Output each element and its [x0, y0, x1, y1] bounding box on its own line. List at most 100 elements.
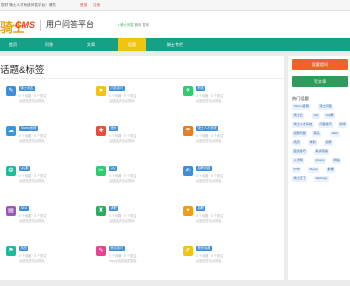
topic-card[interactable]: ✐ 薪资待遇 0 个问题 · 0 个关注 话题描述信息模板... — [183, 246, 267, 286]
hot-topic-tag[interactable]: 面试技巧 — [292, 149, 308, 155]
nav-item-qa[interactable]: 问答 — [36, 38, 62, 51]
topic-tag[interactable]: 骑士问答 — [19, 86, 35, 91]
hot-topics-title: 热门话题 — [292, 96, 309, 101]
topic-description: mysql话题描述模板... — [109, 258, 140, 263]
topic-description: 话题描述信息模板... — [19, 218, 48, 223]
main-nav: 首页 问答 文章 话题 骑士专栏 — [0, 38, 350, 51]
nav-item-home[interactable]: 首页 — [0, 38, 26, 51]
topic-tag[interactable]: QQ群 — [19, 166, 31, 171]
hot-topic-tag[interactable]: 人才网 — [292, 158, 305, 164]
topic-card[interactable]: ☂ 骑士人才系统 0 个问题 · 0 个关注 话题描述信息模板... — [183, 126, 267, 166]
hot-topic-tag[interactable]: 骑士问答 — [318, 104, 334, 110]
topic-description: 话题描述信息模板... — [196, 98, 225, 103]
topic-icon[interactable]: ☂ — [183, 126, 193, 136]
hot-topic-tag[interactable]: 骑士人才系统 — [292, 122, 314, 128]
hot-topic-tag[interactable]: WebApp — [314, 176, 329, 182]
hot-topic-tag[interactable]: 薪资待遇 — [314, 149, 330, 155]
subtitle-brand[interactable]: 骑士问答 — [120, 23, 134, 27]
topic-icon[interactable]: ✎ — [6, 86, 16, 96]
topic-icon[interactable]: ✚ — [96, 126, 106, 136]
hot-topic-tag[interactable]: jQuery — [314, 158, 327, 164]
topic-card[interactable]: ➤ 问答技巧 0 个问题 · 0 个关注 话题描述信息模板... — [96, 86, 180, 126]
topic-icon[interactable]: ❂ — [6, 166, 16, 176]
topic-icon[interactable]: ✂ — [96, 166, 106, 176]
topic-icon[interactable]: ⚑ — [6, 246, 16, 256]
hot-topic-tag[interactable]: 求职 — [308, 140, 318, 146]
hot-topic-tag[interactable]: PHP — [292, 167, 302, 173]
topic-tag[interactable]: 骑士人才系统 — [196, 126, 219, 131]
topic-card[interactable]: ▤ SEO 0 个问题 · 0 个关注 话题描述信息模板... — [6, 206, 90, 246]
hot-topic-tag[interactable]: 骑士天下 — [292, 176, 308, 182]
hot-topic-tag[interactable]: QQ群 — [324, 113, 335, 119]
topic-description: 话题描述信息模板... — [109, 218, 138, 223]
hot-topic-tag[interactable]: 招聘问题 — [292, 131, 308, 137]
topic-card[interactable]: ✦ 招聘 0 个问题 · 0 个关注 话题描述信息模板... — [183, 206, 267, 246]
topic-icon[interactable]: ▤ — [6, 206, 16, 216]
hot-topic-tag[interactable]: 猎头 — [312, 131, 322, 137]
hot-topic-tag[interactable]: 招聘 — [324, 140, 334, 146]
topic-description: 话题描述信息模板... — [109, 138, 138, 143]
topic-card[interactable]: ✂ QQ 0 个问题 · 0 个关注 话题描述信息模板... — [96, 166, 180, 206]
hot-topic-tag[interactable]: 前端 — [326, 167, 336, 173]
topic-card[interactable]: ✚ 猎头 0 个问题 · 0 个关注 话题描述信息模板... — [96, 126, 180, 166]
title-divider — [0, 78, 284, 79]
write-article-button[interactable]: 写文章 — [292, 76, 348, 87]
hot-topic-tag[interactable]: 骑士云 — [292, 113, 305, 119]
topic-tag[interactable]: 面试技巧 — [109, 246, 125, 251]
topic-tag[interactable]: 薪资待遇 — [196, 246, 212, 251]
topic-description: 话题描述信息模板... — [196, 218, 225, 223]
topic-card[interactable]: ♜ 求职 0 个问题 · 0 个关注 话题描述信息模板... — [96, 206, 180, 246]
register-link[interactable]: 注册 — [93, 3, 100, 8]
hot-topic-tag[interactable]: 职场 — [338, 122, 348, 128]
topic-description: 话题描述信息模板... — [196, 178, 225, 183]
topic-tag[interactable]: 猎头 — [109, 126, 119, 131]
topic-icon[interactable]: ✦ — [183, 206, 193, 216]
topic-card[interactable]: ☁ 76cms官网 0 个问题 · 0 个关注 话题描述信息模板... — [6, 126, 90, 166]
nav-item-topics[interactable]: 话题 — [118, 38, 146, 51]
topic-card[interactable]: ✍ 招聘问题 0 个问题 · 0 个关注 话题描述信息模板... — [183, 166, 267, 206]
topic-tag[interactable]: SEO — [19, 206, 29, 211]
topic-icon[interactable]: ✐ — [183, 246, 193, 256]
hot-topic-tag[interactable]: 网站 — [332, 158, 342, 164]
topic-card[interactable]: ✎ 骑士问答 0 个问题 · 0 个关注 话题描述信息模板... — [6, 86, 90, 126]
hot-topic-tag[interactable]: SEO — [330, 131, 340, 137]
topics-panel: 话题&标签 ✎ 骑士问答 0 个问题 · 0 个关注 话题描述信息模板... ➤ 问答技巧… — [0, 56, 284, 280]
topic-description: 话题描述信息模板... — [19, 258, 48, 263]
topic-tag[interactable]: 招聘 — [196, 206, 206, 211]
site-logo[interactable]: 骑士 CMS — [0, 17, 36, 36]
hot-topic-tag[interactable]: Mysql — [308, 167, 320, 173]
hot-topic-tag[interactable]: 76cms官网 — [292, 104, 311, 110]
topic-card[interactable]: ✈ 职场 0 个问题 · 0 个关注 话题描述信息模板... — [183, 86, 267, 126]
topic-description: 话题描述信息模板... — [196, 138, 225, 143]
topic-icon[interactable]: ➤ — [96, 86, 106, 96]
hot-topic-tag[interactable]: 问答技巧 — [318, 122, 334, 128]
topic-tag[interactable]: 求职 — [109, 206, 119, 211]
topic-tag[interactable]: 招聘问题 — [196, 166, 212, 171]
subtitle-dot: • — [118, 23, 120, 27]
nav-item-columns[interactable]: 骑士专栏 — [160, 38, 190, 51]
topic-tag[interactable]: QQ — [109, 166, 117, 171]
topic-card[interactable]: ⚑ 简历 0 个问题 · 0 个关注 话题描述信息模板... — [6, 246, 90, 286]
topic-tag[interactable]: 简历 — [19, 246, 29, 251]
topic-card[interactable]: ✎ 面试技巧 0 个问题 · 0 个关注 mysql话题描述模板... — [96, 246, 180, 286]
topic-icon[interactable]: ♜ — [96, 206, 106, 216]
login-link[interactable]: 登录 — [80, 3, 87, 8]
ask-question-button[interactable]: 我要提问 — [292, 59, 348, 70]
topic-card[interactable]: ❂ QQ群 0 个问题 · 0 个关注 话题描述信息模板... — [6, 166, 90, 206]
topic-icon[interactable]: ☁ — [6, 126, 16, 136]
topic-description: 话题描述信息模板... — [19, 98, 48, 103]
site-header: 骑士 CMS 用户问答平台 • 骑士问答 首页 发布 — [0, 11, 350, 38]
topic-icon[interactable]: ✍ — [183, 166, 193, 176]
topic-tag[interactable]: 职场 — [196, 86, 206, 91]
subtitle-rest: 首页 发布 — [134, 23, 150, 27]
nav-item-articles[interactable]: 文章 — [78, 38, 104, 51]
topic-tag[interactable]: 76cms官网 — [19, 126, 38, 131]
logo-cms-text: CMS — [15, 20, 35, 30]
topic-tag[interactable]: 问答技巧 — [109, 86, 125, 91]
hot-topic-tag[interactable]: QQ — [312, 113, 320, 119]
hot-topic-tag[interactable]: 简历 — [292, 140, 302, 146]
header-subtitle: • 骑士问答 首页 发布 — [118, 22, 149, 27]
topic-icon[interactable]: ✎ — [96, 246, 106, 256]
topic-icon[interactable]: ✈ — [183, 86, 193, 96]
top-bar: 您好 骑士人才系统问答平台！请先 登录 注册 — [0, 0, 350, 11]
